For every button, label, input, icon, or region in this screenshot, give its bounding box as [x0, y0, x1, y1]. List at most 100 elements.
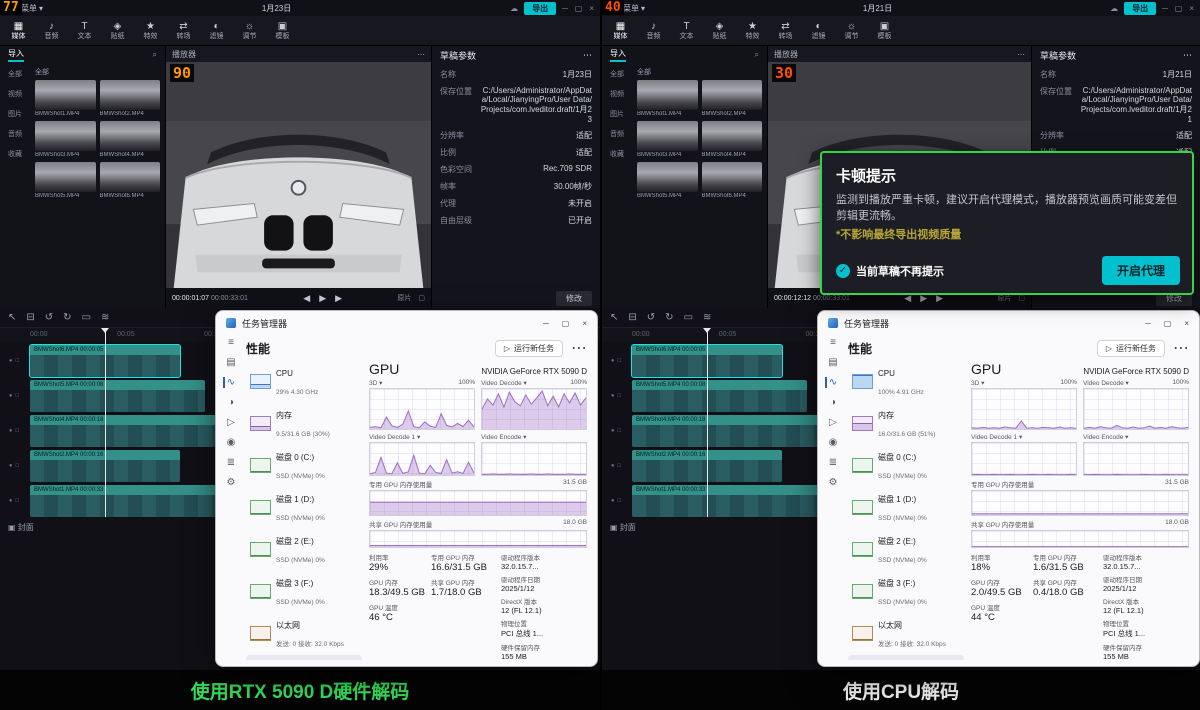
track-mute-icon[interactable]: ●: [611, 463, 615, 469]
graph-decode1-selector[interactable]: Video Decode 1 ▾: [369, 433, 420, 441]
timeline-tool-icon[interactable]: ≋: [101, 312, 109, 323]
toolbar-item[interactable]: ▦ 媒体: [2, 21, 35, 41]
track-lock-icon[interactable]: □: [618, 393, 622, 399]
playhead[interactable]: [105, 328, 106, 517]
minimize-icon[interactable]: ─: [562, 4, 568, 13]
processes-icon[interactable]: ▤: [226, 357, 235, 368]
video-clip[interactable]: BMWShot5.MP4 00:00:08: [632, 380, 807, 412]
media-thumbnail[interactable]: BMWShot5.MP4: [637, 162, 698, 199]
track-controls[interactable]: ● □: [602, 380, 630, 412]
search-icon[interactable]: ⌕: [755, 50, 759, 60]
graph-3d-selector[interactable]: 3D ▾: [369, 379, 382, 387]
track-controls[interactable]: ● □: [0, 450, 28, 482]
more-icon[interactable]: ⋯: [1183, 50, 1192, 61]
dont-remind-checkbox[interactable]: ✓ 当前草稿不再提示: [836, 263, 944, 279]
tab-import[interactable]: 导入: [610, 48, 626, 62]
toolbar-item[interactable]: ☼ 调节: [835, 21, 868, 41]
toolbar-item[interactable]: ♪ 音频: [637, 21, 670, 41]
video-clip[interactable]: BMWShot4.MP4 00:00:18: [30, 415, 220, 447]
details-icon[interactable]: ≣: [829, 457, 837, 468]
track-mute-icon[interactable]: ●: [611, 498, 615, 504]
perf-sidebar-item[interactable]: 磁盘 3 (F:) SSD (NVMe) 0%: [246, 571, 362, 611]
track-mute-icon[interactable]: ●: [611, 393, 615, 399]
minimize-icon[interactable]: ─: [1162, 4, 1168, 13]
playhead[interactable]: [707, 328, 708, 517]
track-controls[interactable]: ● □: [0, 415, 28, 447]
media-group-label[interactable]: 全部: [637, 67, 762, 77]
track-controls[interactable]: ● □: [0, 380, 28, 412]
perf-sidebar-item[interactable]: CPU 100% 4.91 GHz: [848, 361, 964, 401]
export-button[interactable]: 导出: [1124, 2, 1156, 15]
graph-3d-selector[interactable]: 3D ▾: [971, 379, 984, 387]
video-clip[interactable]: BMWShot5.MP4 00:00:08: [30, 380, 205, 412]
toolbar-item[interactable]: ▦ 媒体: [604, 21, 637, 41]
track-lock-icon[interactable]: □: [618, 463, 622, 469]
track-lock-icon[interactable]: □: [16, 463, 20, 469]
track-controls[interactable]: ● □: [602, 345, 630, 377]
track-mute-icon[interactable]: ●: [611, 358, 615, 364]
close-icon[interactable]: ×: [589, 4, 594, 13]
maximize-icon[interactable]: ▢: [562, 319, 570, 328]
perf-sidebar-item[interactable]: 磁盘 1 (D:) SSD (NVMe) 0%: [246, 487, 362, 527]
timeline-tool-icon[interactable]: ▭: [82, 312, 91, 323]
perf-sidebar-item[interactable]: 磁盘 2 (E:) SSD (NVMe) 0%: [848, 529, 964, 569]
tab-import[interactable]: 导入: [8, 48, 24, 62]
timeline-tool-icon[interactable]: ↻: [665, 312, 673, 323]
graph-decode1-selector[interactable]: Video Decode 1 ▾: [971, 433, 1022, 441]
more-options-icon[interactable]: ⋯: [1173, 338, 1189, 358]
graph-encode-selector[interactable]: Video Encode ▾: [481, 433, 526, 441]
media-thumbnail[interactable]: BMWShot1.MP4: [637, 80, 698, 117]
timeline-tool-icon[interactable]: ↖: [610, 312, 618, 323]
hamburger-icon[interactable]: ≡: [228, 337, 234, 348]
timeline-tool-icon[interactable]: ↺: [647, 312, 655, 323]
timeline-tool-icon[interactable]: ↺: [45, 312, 53, 323]
track-mute-icon[interactable]: ●: [9, 393, 13, 399]
toolbar-item[interactable]: ▣ 模板: [868, 21, 901, 41]
media-rail-item[interactable]: 全部: [8, 69, 22, 79]
cover-button[interactable]: ▣ 封面: [8, 522, 34, 533]
users-icon[interactable]: ◉: [227, 437, 236, 448]
media-rail-item[interactable]: 收藏: [8, 149, 22, 159]
perf-sidebar-item[interactable]: 磁盘 3 (F:) SSD (NVMe) 0%: [848, 571, 964, 611]
search-icon[interactable]: ⌕: [153, 50, 157, 60]
graph-encode-selector[interactable]: Video Encode ▾: [1083, 433, 1128, 441]
enable-proxy-button[interactable]: 开启代理: [1102, 256, 1180, 285]
cloud-icon[interactable]: ☁: [510, 4, 518, 13]
track-lock-icon[interactable]: □: [16, 428, 20, 434]
perf-sidebar-item[interactable]: 磁盘 2 (E:) SSD (NVMe) 0%: [246, 529, 362, 569]
menu-button[interactable]: 菜单 ▾: [21, 3, 43, 14]
task-manager-titlebar[interactable]: 任务管理器 ─ ▢ ×: [216, 311, 597, 335]
perf-sidebar-item[interactable]: 内存 9.5/31.6 GB (30%): [246, 403, 362, 443]
media-rail-item[interactable]: 图片: [610, 109, 624, 119]
toolbar-item[interactable]: ⇄ 转场: [769, 21, 802, 41]
play-icon[interactable]: ▶: [319, 293, 326, 304]
quality-select[interactable]: 原片: [397, 293, 411, 303]
task-manager-titlebar[interactable]: 任务管理器 ─ ▢ ×: [818, 311, 1199, 335]
next-frame-icon[interactable]: ▶: [335, 293, 342, 304]
minimize-icon[interactable]: ─: [543, 319, 549, 328]
perf-sidebar-item[interactable]: 磁盘 0 (C:) SSD (NVMe) 0%: [848, 445, 964, 485]
toolbar-item[interactable]: ⇄ 转场: [167, 21, 200, 41]
track-controls[interactable]: ● □: [602, 415, 630, 447]
track-mute-icon[interactable]: ●: [9, 358, 13, 364]
toolbar-item[interactable]: T 文本: [68, 21, 101, 41]
more-icon[interactable]: ⋯: [417, 50, 425, 59]
track-controls[interactable]: ● □: [602, 450, 630, 482]
track-mute-icon[interactable]: ●: [611, 428, 615, 434]
more-options-icon[interactable]: ⋯: [571, 338, 587, 358]
toolbar-item[interactable]: ◈ 贴纸: [703, 21, 736, 41]
toolbar-item[interactable]: ◈ 贴纸: [101, 21, 134, 41]
media-rail-item[interactable]: 收藏: [610, 149, 624, 159]
performance-icon[interactable]: ∿: [223, 377, 235, 388]
users-icon[interactable]: ◉: [829, 437, 838, 448]
media-thumbnail[interactable]: BMWShot5.MP4: [35, 162, 96, 199]
track-lock-icon[interactable]: □: [16, 498, 20, 504]
track-lock-icon[interactable]: □: [618, 498, 622, 504]
close-icon[interactable]: ×: [1184, 319, 1189, 328]
track-lock-icon[interactable]: □: [618, 428, 622, 434]
toolbar-item[interactable]: ◐ 滤镜: [200, 21, 233, 41]
prev-frame-icon[interactable]: ◀: [303, 293, 310, 304]
media-thumbnail[interactable]: BMWShot3.MP4: [637, 121, 698, 158]
startup-apps-icon[interactable]: ▷: [829, 417, 837, 428]
app-history-icon[interactable]: ◑: [228, 397, 234, 408]
